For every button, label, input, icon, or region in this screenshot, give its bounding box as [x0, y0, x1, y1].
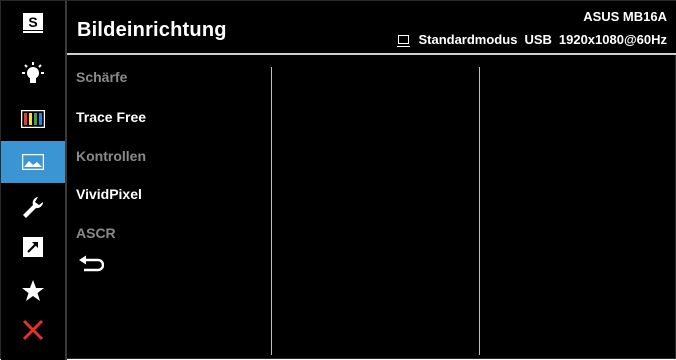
- sidebar-item-color[interactable]: [1, 101, 65, 137]
- sidebar-item-image[interactable]: [1, 141, 65, 183]
- back-arrow-icon: [79, 255, 105, 272]
- blue-light-filter-icon: [22, 62, 44, 83]
- close-icon: [22, 319, 44, 341]
- menu-item-kontrollen[interactable]: Kontrollen: [76, 148, 146, 164]
- osd-window: S Bildeinrichtung ASUS MB16A Standardmod…: [0, 0, 676, 360]
- sidebar-item-system-setup[interactable]: [1, 189, 65, 225]
- shortcut-icon: [23, 237, 43, 257]
- sidebar-item-favorite[interactable]: [1, 273, 65, 309]
- column-divider: [479, 67, 480, 355]
- input-label: USB: [524, 32, 552, 47]
- resolution-label: 1920x1080@60Hz: [558, 32, 667, 47]
- osd-header: Bildeinrichtung ASUS MB16A Standardmodus…: [67, 1, 676, 55]
- model-name: ASUS MB16A: [583, 9, 667, 24]
- mode-label: Standardmodus: [418, 32, 518, 47]
- menu-item-trace-free[interactable]: Trace Free: [76, 109, 146, 125]
- menu-item-ascr[interactable]: ASCR: [76, 225, 116, 241]
- color-icon: [21, 110, 45, 128]
- page-title: Bildeinrichtung: [77, 19, 227, 41]
- sidebar-item-shortcut[interactable]: [1, 229, 65, 265]
- column-divider: [271, 67, 272, 355]
- wrench-icon: [23, 197, 44, 218]
- status-line: Standardmodus USB 1920x1080@60Hz: [397, 32, 667, 47]
- back-button[interactable]: [78, 255, 105, 278]
- sidebar-item-blue-light[interactable]: [1, 56, 65, 92]
- svg-text:S: S: [28, 14, 37, 30]
- menu-item-vividpixel[interactable]: VividPixel: [76, 186, 142, 202]
- splendid-icon: S: [23, 13, 43, 33]
- icon-sidebar: S: [1, 1, 67, 360]
- monitor-icon: [397, 35, 411, 47]
- sidebar-item-exit[interactable]: [1, 312, 65, 348]
- menu-item-schaerfe[interactable]: Schärfe: [76, 69, 127, 85]
- star-icon: [22, 280, 44, 301]
- image-icon: [22, 154, 44, 170]
- sidebar-item-splendid[interactable]: S: [1, 5, 65, 41]
